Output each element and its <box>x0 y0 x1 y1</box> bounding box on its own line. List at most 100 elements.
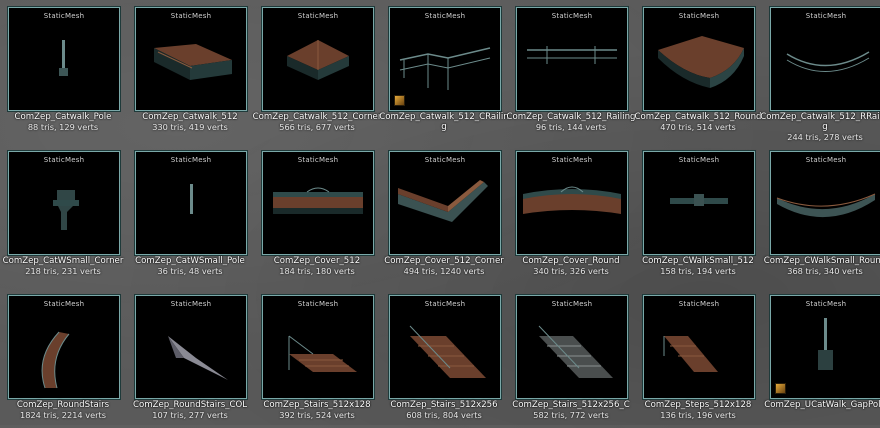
asset-tile[interactable]: StaticMesh ComZep_Cover_512 184 tris, 180 … <box>256 144 378 284</box>
asset-name: ComZep_RoundStairs <box>16 400 110 410</box>
asset-thumbnail[interactable]: StaticMesh <box>516 151 628 255</box>
asset-thumbnail[interactable]: StaticMesh <box>389 295 501 399</box>
asset-stats: 107 tris, 277 verts <box>152 410 228 420</box>
asset-name: ComZep_CatWSmall_Corner <box>2 256 124 266</box>
asset-caption: ComZep_Catwalk_Pole 88 tris, 129 verts <box>0 112 128 132</box>
asset-thumbnail[interactable]: StaticMesh <box>135 151 247 255</box>
asset-stats: 184 tris, 180 verts <box>279 266 355 276</box>
asset-thumbnail[interactable]: StaticMesh <box>770 151 880 255</box>
asset-stats: 96 tris, 144 verts <box>535 122 607 132</box>
asset-thumbnail[interactable]: StaticMesh <box>8 7 120 111</box>
asset-stats: 470 tris, 514 verts <box>660 122 736 132</box>
asset-thumbnail[interactable]: StaticMesh <box>262 151 374 255</box>
asset-caption: ComZep_UCatWalk_GapPole <box>760 400 880 410</box>
asset-thumbnail[interactable]: StaticMesh <box>643 151 755 255</box>
asset-thumbnail[interactable]: StaticMesh <box>643 7 755 111</box>
asset-stats: 566 tris, 677 verts <box>279 122 355 132</box>
asset-caption: ComZep_RoundStairs_COL 107 tris, 277 vert… <box>125 400 255 420</box>
asset-caption: ComZep_Catwalk_512_Railing 96 tris, 144 v… <box>506 112 636 132</box>
asset-tile[interactable]: StaticMesh ComZep_CatWSmall_Corner 218 tri… <box>2 144 124 284</box>
asset-thumbnail[interactable]: StaticMesh <box>262 7 374 111</box>
asset-thumbnail[interactable]: StaticMesh <box>770 7 880 111</box>
asset-grid: StaticMesh ComZep_Catwalk_Pole 88 tris, 12… <box>0 0 880 425</box>
asset-stats: 494 tris, 1240 verts <box>403 266 485 276</box>
asset-caption: ComZep_Stairs_512x256 608 tris, 804 verts <box>379 400 509 420</box>
asset-name: ComZep_Catwalk_512 <box>142 112 238 122</box>
asset-tile[interactable]: StaticMesh ComZep_CWalkSmall_512 158 tris,… <box>637 144 759 284</box>
asset-thumbnail[interactable]: StaticMesh <box>262 295 374 399</box>
asset-tile[interactable]: StaticMesh ComZep_Cover_Round 340 tris, 32… <box>510 144 632 284</box>
asset-tile[interactable]: StaticMesh ComZep_Catwalk_512_Railing 96 t… <box>507 0 635 140</box>
asset-caption: ComZep_CatWSmall_Corner 218 tris, 231 ver… <box>0 256 128 276</box>
asset-thumbnail[interactable]: StaticMesh <box>643 295 755 399</box>
asset-tile[interactable]: StaticMesh ComZep_Steps_512x128 136 tris, … <box>637 288 759 428</box>
asset-thumbnail[interactable]: StaticMesh <box>516 295 628 399</box>
asset-tile[interactable]: StaticMesh ComZep_Catwalk_512_Corner 566 t… <box>253 0 381 140</box>
asset-thumbnail[interactable]: StaticMesh <box>770 295 880 399</box>
asset-tile[interactable]: StaticMesh ComZep_Catwalk_512_Round 470 tr… <box>634 0 762 140</box>
asset-caption: ComZep_CatWSmall_Pole 36 tris, 48 verts <box>125 256 255 276</box>
asset-tile[interactable]: StaticMesh ComZep_Stairs_512x256_C 582 tri… <box>510 288 632 428</box>
asset-stats: 136 tris, 196 verts <box>660 410 736 420</box>
asset-stats: 330 tris, 419 verts <box>152 122 228 132</box>
asset-stats: 340 tris, 326 verts <box>533 266 609 276</box>
asset-tile[interactable]: StaticMesh ComZep_Stairs_512x256 608 tris,… <box>383 288 505 428</box>
asset-tile[interactable]: StaticMesh ComZep_Catwalk_Pole 88 tris, 12… <box>2 0 124 140</box>
asset-caption: ComZep_RoundStairs 1824 tris, 2214 verts <box>0 400 128 420</box>
asset-tile[interactable]: StaticMesh ComZep_RoundStairs 1824 tris, 2… <box>2 288 124 428</box>
asset-stats: 392 tris, 524 verts <box>279 410 355 420</box>
asset-name: ComZep_Catwalk_Pole <box>14 112 112 122</box>
asset-name: ComZep_Stairs_512x256 <box>390 400 498 410</box>
asset-caption: ComZep_Catwalk_512 330 tris, 419 verts <box>125 112 255 132</box>
asset-stats: 582 tris, 772 verts <box>533 410 609 420</box>
asset-name: ComZep_Catwalk_512_CRailing <box>379 112 509 132</box>
asset-caption: ComZep_Cover_512_Corner 494 tris, 1240 ve… <box>379 256 509 276</box>
asset-tile[interactable]: StaticMesh ComZep_Catwalk_512_RRailing 244… <box>760 0 880 142</box>
asset-stats: 36 tris, 48 verts <box>157 266 223 276</box>
asset-name: ComZep_UCatWalk_GapPole <box>764 400 880 410</box>
asset-tile[interactable]: StaticMesh ComZep_UCatWalk_GapPole <box>764 288 880 428</box>
asset-thumbnail[interactable]: StaticMesh <box>135 295 247 399</box>
asset-caption: ComZep_Cover_Round 340 tris, 326 verts <box>506 256 636 276</box>
asset-name: ComZep_RoundStairs_COL <box>132 400 248 410</box>
asset-stats: 158 tris, 194 verts <box>660 266 736 276</box>
source-asset-badge-icon <box>394 95 405 106</box>
asset-caption: ComZep_Catwalk_512_CRailing <box>379 112 509 132</box>
asset-stats: 1824 tris, 2214 verts <box>20 410 106 420</box>
asset-name: ComZep_Stairs_512x128 <box>263 400 371 410</box>
asset-caption: ComZep_Steps_512x128 136 tris, 196 verts <box>633 400 763 420</box>
asset-caption: ComZep_Stairs_512x256_C 582 tris, 772 ver… <box>506 400 636 420</box>
asset-thumbnail[interactable]: StaticMesh <box>389 7 501 111</box>
asset-stats: 244 tris, 278 verts <box>787 132 863 142</box>
asset-thumbnail[interactable]: StaticMesh <box>135 7 247 111</box>
asset-thumbnail[interactable]: StaticMesh <box>8 151 120 255</box>
asset-name: ComZep_Cover_512 <box>273 256 361 266</box>
asset-thumbnail[interactable]: StaticMesh <box>516 7 628 111</box>
asset-tile[interactable]: StaticMesh ComZep_Catwalk_512 330 tris, 41… <box>129 0 251 140</box>
asset-name: ComZep_Catwalk_512_RRailing <box>760 112 880 132</box>
asset-thumbnail[interactable]: StaticMesh <box>8 295 120 399</box>
asset-tile[interactable]: StaticMesh ComZep_RoundStairs_COL 107 tris… <box>129 288 251 428</box>
asset-caption: ComZep_Catwalk_512_Round 470 tris, 514 ve… <box>633 112 763 132</box>
asset-caption: ComZep_Stairs_512x128 392 tris, 524 verts <box>252 400 382 420</box>
asset-name: ComZep_Catwalk_512_Round <box>634 112 762 122</box>
asset-thumbnail[interactable]: StaticMesh <box>389 151 501 255</box>
asset-caption: ComZep_Cover_512 184 tris, 180 verts <box>252 256 382 276</box>
asset-stats: 218 tris, 231 verts <box>25 266 101 276</box>
asset-tile[interactable]: StaticMesh ComZep_Stairs_512x128 392 tris,… <box>256 288 378 428</box>
asset-tile[interactable]: StaticMesh ComZep_Cover_512_Corner 494 tri… <box>383 144 505 284</box>
asset-name: ComZep_Catwalk_512_Railing <box>506 112 636 122</box>
asset-name: ComZep_Catwalk_512_Corner <box>252 112 382 122</box>
asset-name: ComZep_CatWSmall_Pole <box>135 256 245 266</box>
asset-tile[interactable]: StaticMesh ComZep_CWalkSmall_Round 368 tri… <box>764 144 880 284</box>
asset-name: ComZep_Steps_512x128 <box>644 400 752 410</box>
asset-stats: 608 tris, 804 verts <box>406 410 482 420</box>
asset-name: ComZep_Stairs_512x256_C <box>512 400 630 410</box>
asset-name: ComZep_Cover_Round <box>522 256 620 266</box>
asset-name: ComZep_CWalkSmall_512 <box>642 256 754 266</box>
source-asset-badge-icon <box>775 383 786 394</box>
asset-tile[interactable]: StaticMesh ComZep_Catwalk_512_CRailing <box>379 0 509 140</box>
asset-caption: ComZep_CWalkSmall_512 158 tris, 194 verts <box>633 256 763 276</box>
asset-caption: ComZep_CWalkSmall_Round 368 tris, 340 ver… <box>760 256 880 276</box>
asset-tile[interactable]: StaticMesh ComZep_CatWSmall_Pole 36 tris, … <box>129 144 251 284</box>
